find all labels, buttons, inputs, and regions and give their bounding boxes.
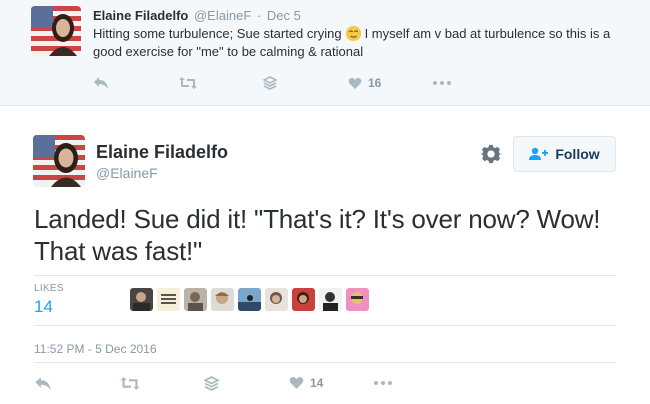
divider	[34, 325, 616, 326]
reply-icon	[35, 376, 51, 390]
author-handle[interactable]: @ElaineF	[96, 165, 158, 181]
avatar[interactable]	[33, 135, 85, 187]
more-icon	[433, 81, 451, 85]
likers-list	[130, 288, 369, 311]
liker-avatar[interactable]	[319, 288, 342, 311]
author-handle[interactable]: @ElaineF	[194, 8, 251, 23]
tweet-text-part-1: Hitting some turbulence; Sue started cry…	[93, 26, 342, 41]
like-button[interactable]: 16	[348, 73, 433, 93]
more-button[interactable]	[433, 73, 473, 93]
liker-avatar[interactable]	[211, 288, 234, 311]
tweet-header: Elaine Filadelfo @ElaineF · Dec 5	[93, 8, 301, 23]
liker-avatar[interactable]	[238, 288, 261, 311]
heart-icon	[289, 376, 304, 389]
timestamp[interactable]: 11:52 PM - 5 Dec 2016	[34, 342, 157, 356]
add-user-icon	[529, 147, 549, 160]
follow-button[interactable]: Follow	[513, 136, 616, 172]
author-name[interactable]: Elaine Filadelfo	[96, 142, 228, 163]
author-name[interactable]: Elaine Filadelfo	[93, 8, 188, 23]
like-count: 14	[310, 376, 324, 390]
follow-label: Follow	[555, 146, 600, 162]
liker-avatar[interactable]	[292, 288, 315, 311]
stack-icon	[263, 76, 277, 90]
relieved-face-emoji-icon	[345, 25, 361, 42]
reply-icon	[94, 77, 108, 89]
liker-avatar[interactable]	[184, 288, 207, 311]
retweet-icon	[120, 376, 140, 390]
stack-button[interactable]	[204, 373, 289, 393]
liker-avatar[interactable]	[346, 288, 369, 311]
heart-icon	[348, 77, 362, 89]
more-icon	[374, 381, 392, 385]
like-button[interactable]: 14	[289, 373, 374, 393]
gear-icon	[480, 144, 502, 164]
divider	[34, 362, 616, 363]
stack-icon	[204, 375, 219, 391]
retweet-button[interactable]	[119, 373, 204, 393]
retweet-icon	[179, 77, 197, 89]
stack-button[interactable]	[263, 73, 348, 93]
divider	[34, 275, 616, 276]
like-count: 16	[368, 76, 382, 90]
liker-avatar[interactable]	[130, 288, 153, 311]
avatar[interactable]	[31, 6, 81, 56]
tweet-actions: 14	[34, 373, 414, 393]
likes-count[interactable]: 14	[34, 297, 53, 317]
liker-avatar[interactable]	[265, 288, 288, 311]
tweet-options-button[interactable]	[480, 143, 502, 165]
tweet-text: Landed! Sue did it! "That's it? It's ove…	[34, 204, 601, 266]
liker-avatar[interactable]	[157, 288, 180, 311]
reply-button[interactable]	[34, 373, 119, 393]
tweet-date[interactable]: Dec 5	[267, 8, 301, 23]
separator: ·	[256, 8, 262, 23]
tweet-actions: 16	[93, 73, 473, 93]
likes-label[interactable]: LIKES	[34, 283, 64, 294]
retweet-button[interactable]	[178, 73, 263, 93]
reply-button[interactable]	[93, 73, 178, 93]
parent-tweet[interactable]: Elaine Filadelfo @ElaineF · Dec 5 Hittin…	[0, 0, 650, 106]
more-button[interactable]	[374, 373, 414, 393]
tweet-text: Hitting some turbulence; Sue started cry…	[93, 25, 638, 61]
